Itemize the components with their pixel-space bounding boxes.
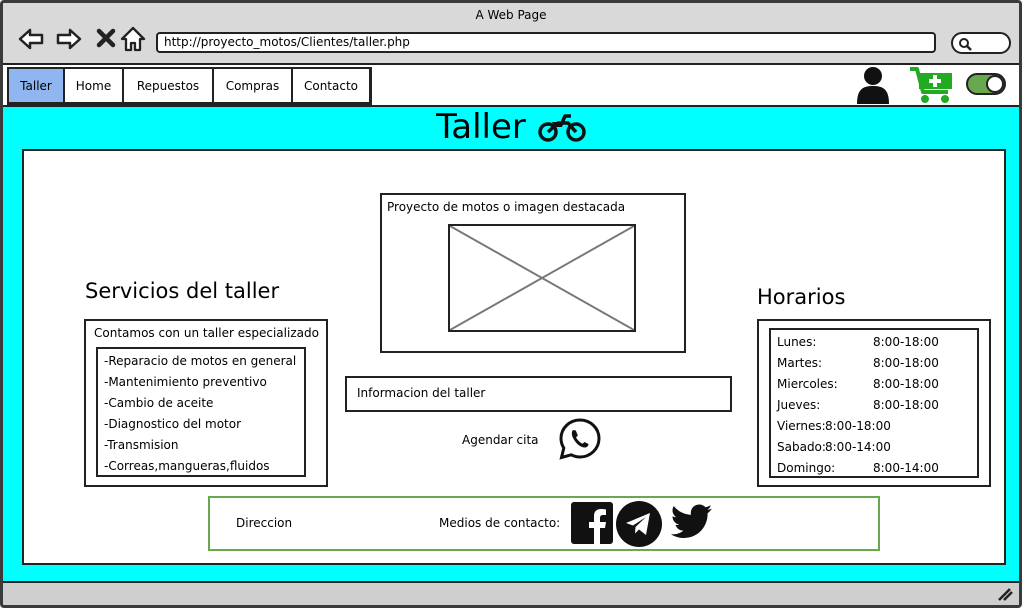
- horario-day: Miercoles:: [777, 377, 838, 391]
- page-title: Taller: [436, 107, 526, 147]
- horario-day: Jueves:: [777, 398, 821, 412]
- tab-home[interactable]: Home: [65, 69, 124, 102]
- horario-day: Viernes:: [777, 419, 826, 433]
- nav-tabs: Taller Home Repuestos Compras Contacto: [7, 67, 372, 105]
- image-placeholder-icon: [448, 224, 636, 332]
- whatsapp-icon[interactable]: [558, 417, 602, 461]
- page-heading: Taller: [3, 107, 1019, 147]
- twitter-icon[interactable]: [671, 504, 713, 540]
- horarios-title: Horarios: [757, 285, 846, 309]
- horario-day: Martes:: [777, 356, 823, 370]
- back-arrow-icon[interactable]: [17, 25, 45, 53]
- horario-hours: 8:00-18:00: [873, 356, 939, 370]
- search-box[interactable]: [951, 32, 1011, 54]
- horario-row: Lunes: 8:00-18:00: [777, 332, 971, 353]
- browser-window: A Web Page http://proyecto_motos/Cliente…: [0, 0, 1022, 608]
- horarios-list: Lunes: 8:00-18:00 Martes: 8:00-18:00 Mierc…: [769, 328, 979, 478]
- horario-hours: 8:00-14:00: [873, 461, 939, 475]
- horario-row: Domingo: 8:00-14:00: [777, 458, 971, 479]
- horario-hours: 8:00-18:00: [873, 335, 939, 349]
- direccion-label: Direccion: [236, 516, 293, 530]
- telegram-icon[interactable]: [615, 500, 663, 548]
- horario-hours: 8:00-18:00: [873, 377, 939, 391]
- tab-contacto[interactable]: Contacto: [293, 69, 369, 102]
- horario-day: Lunes:: [777, 335, 817, 349]
- horario-hours: 8:00-14:00: [825, 440, 891, 454]
- main-content: Taller Proyecto de motos o imagen destac…: [3, 107, 1019, 581]
- tab-compras[interactable]: Compras: [214, 69, 293, 102]
- servicios-list: -Reparacio de motos en general -Mantenim…: [96, 347, 306, 477]
- servicios-title: Servicios del taller: [85, 279, 280, 303]
- horarios-box: Lunes: 8:00-18:00 Martes: 8:00-18:00 Mierc…: [757, 319, 991, 487]
- status-bar: [3, 581, 1019, 605]
- list-item: -Reparacio de motos en general: [104, 354, 297, 368]
- list-item: -Correas,mangueras,fluidos: [104, 459, 270, 473]
- info-label: Informacion del taller: [357, 386, 486, 400]
- content-panel: Proyecto de motos o imagen destacada Ser…: [22, 149, 1006, 565]
- horario-hours: 8:00-18:00: [825, 419, 891, 433]
- window-title: A Web Page: [475, 8, 547, 22]
- servicios-lead: Contamos con un taller especializado: [94, 326, 319, 340]
- horario-day: Domingo:: [777, 461, 836, 475]
- horario-row: Viernes: 8:00-18:00: [777, 416, 971, 437]
- horario-row: Sabado: 8:00-14:00: [777, 437, 971, 458]
- featured-caption: Proyecto de motos o imagen destacada: [387, 200, 626, 214]
- list-item: -Mantenimiento preventivo: [104, 375, 267, 389]
- home-icon[interactable]: [119, 25, 147, 53]
- resize-grip-icon[interactable]: [997, 587, 1013, 601]
- horario-row: Jueves: 8:00-18:00: [777, 395, 971, 416]
- motorcycle-icon: [538, 114, 586, 142]
- servicios-box: Contamos con un taller especializado -Re…: [84, 319, 328, 487]
- list-item: -Transmision: [104, 438, 179, 452]
- toggle-switch-icon[interactable]: [965, 72, 1007, 96]
- tab-repuestos[interactable]: Repuestos: [124, 69, 214, 102]
- tab-taller[interactable]: Taller: [9, 69, 65, 102]
- cita-label: Agendar cita: [462, 433, 539, 447]
- title-bar: A Web Page http://proyecto_motos/Cliente…: [3, 3, 1019, 63]
- horario-row: Martes: 8:00-18:00: [777, 353, 971, 374]
- search-icon: [959, 38, 972, 51]
- horario-day: Sabado:: [777, 440, 826, 454]
- featured-box: Proyecto de motos o imagen destacada: [380, 193, 686, 353]
- facebook-icon[interactable]: [571, 502, 613, 544]
- url-input[interactable]: http://proyecto_motos/Clientes/taller.ph…: [156, 32, 936, 53]
- user-icon[interactable]: [855, 65, 891, 105]
- list-item: -Diagnostico del motor: [104, 417, 242, 431]
- horario-hours: 8:00-18:00: [873, 398, 939, 412]
- close-icon[interactable]: [93, 25, 121, 53]
- horario-row: Miercoles: 8:00-18:00: [777, 374, 971, 395]
- list-item: -Cambio de aceite: [104, 396, 214, 410]
- info-box[interactable]: Informacion del taller: [345, 376, 732, 412]
- medios-label: Medios de contacto:: [439, 516, 561, 530]
- nav-bar: Taller Home Repuestos Compras Contacto: [3, 63, 1019, 107]
- contact-bar: Direccion Medios de contacto:: [208, 496, 880, 551]
- cart-add-icon[interactable]: [908, 65, 956, 105]
- forward-arrow-icon[interactable]: [55, 25, 83, 53]
